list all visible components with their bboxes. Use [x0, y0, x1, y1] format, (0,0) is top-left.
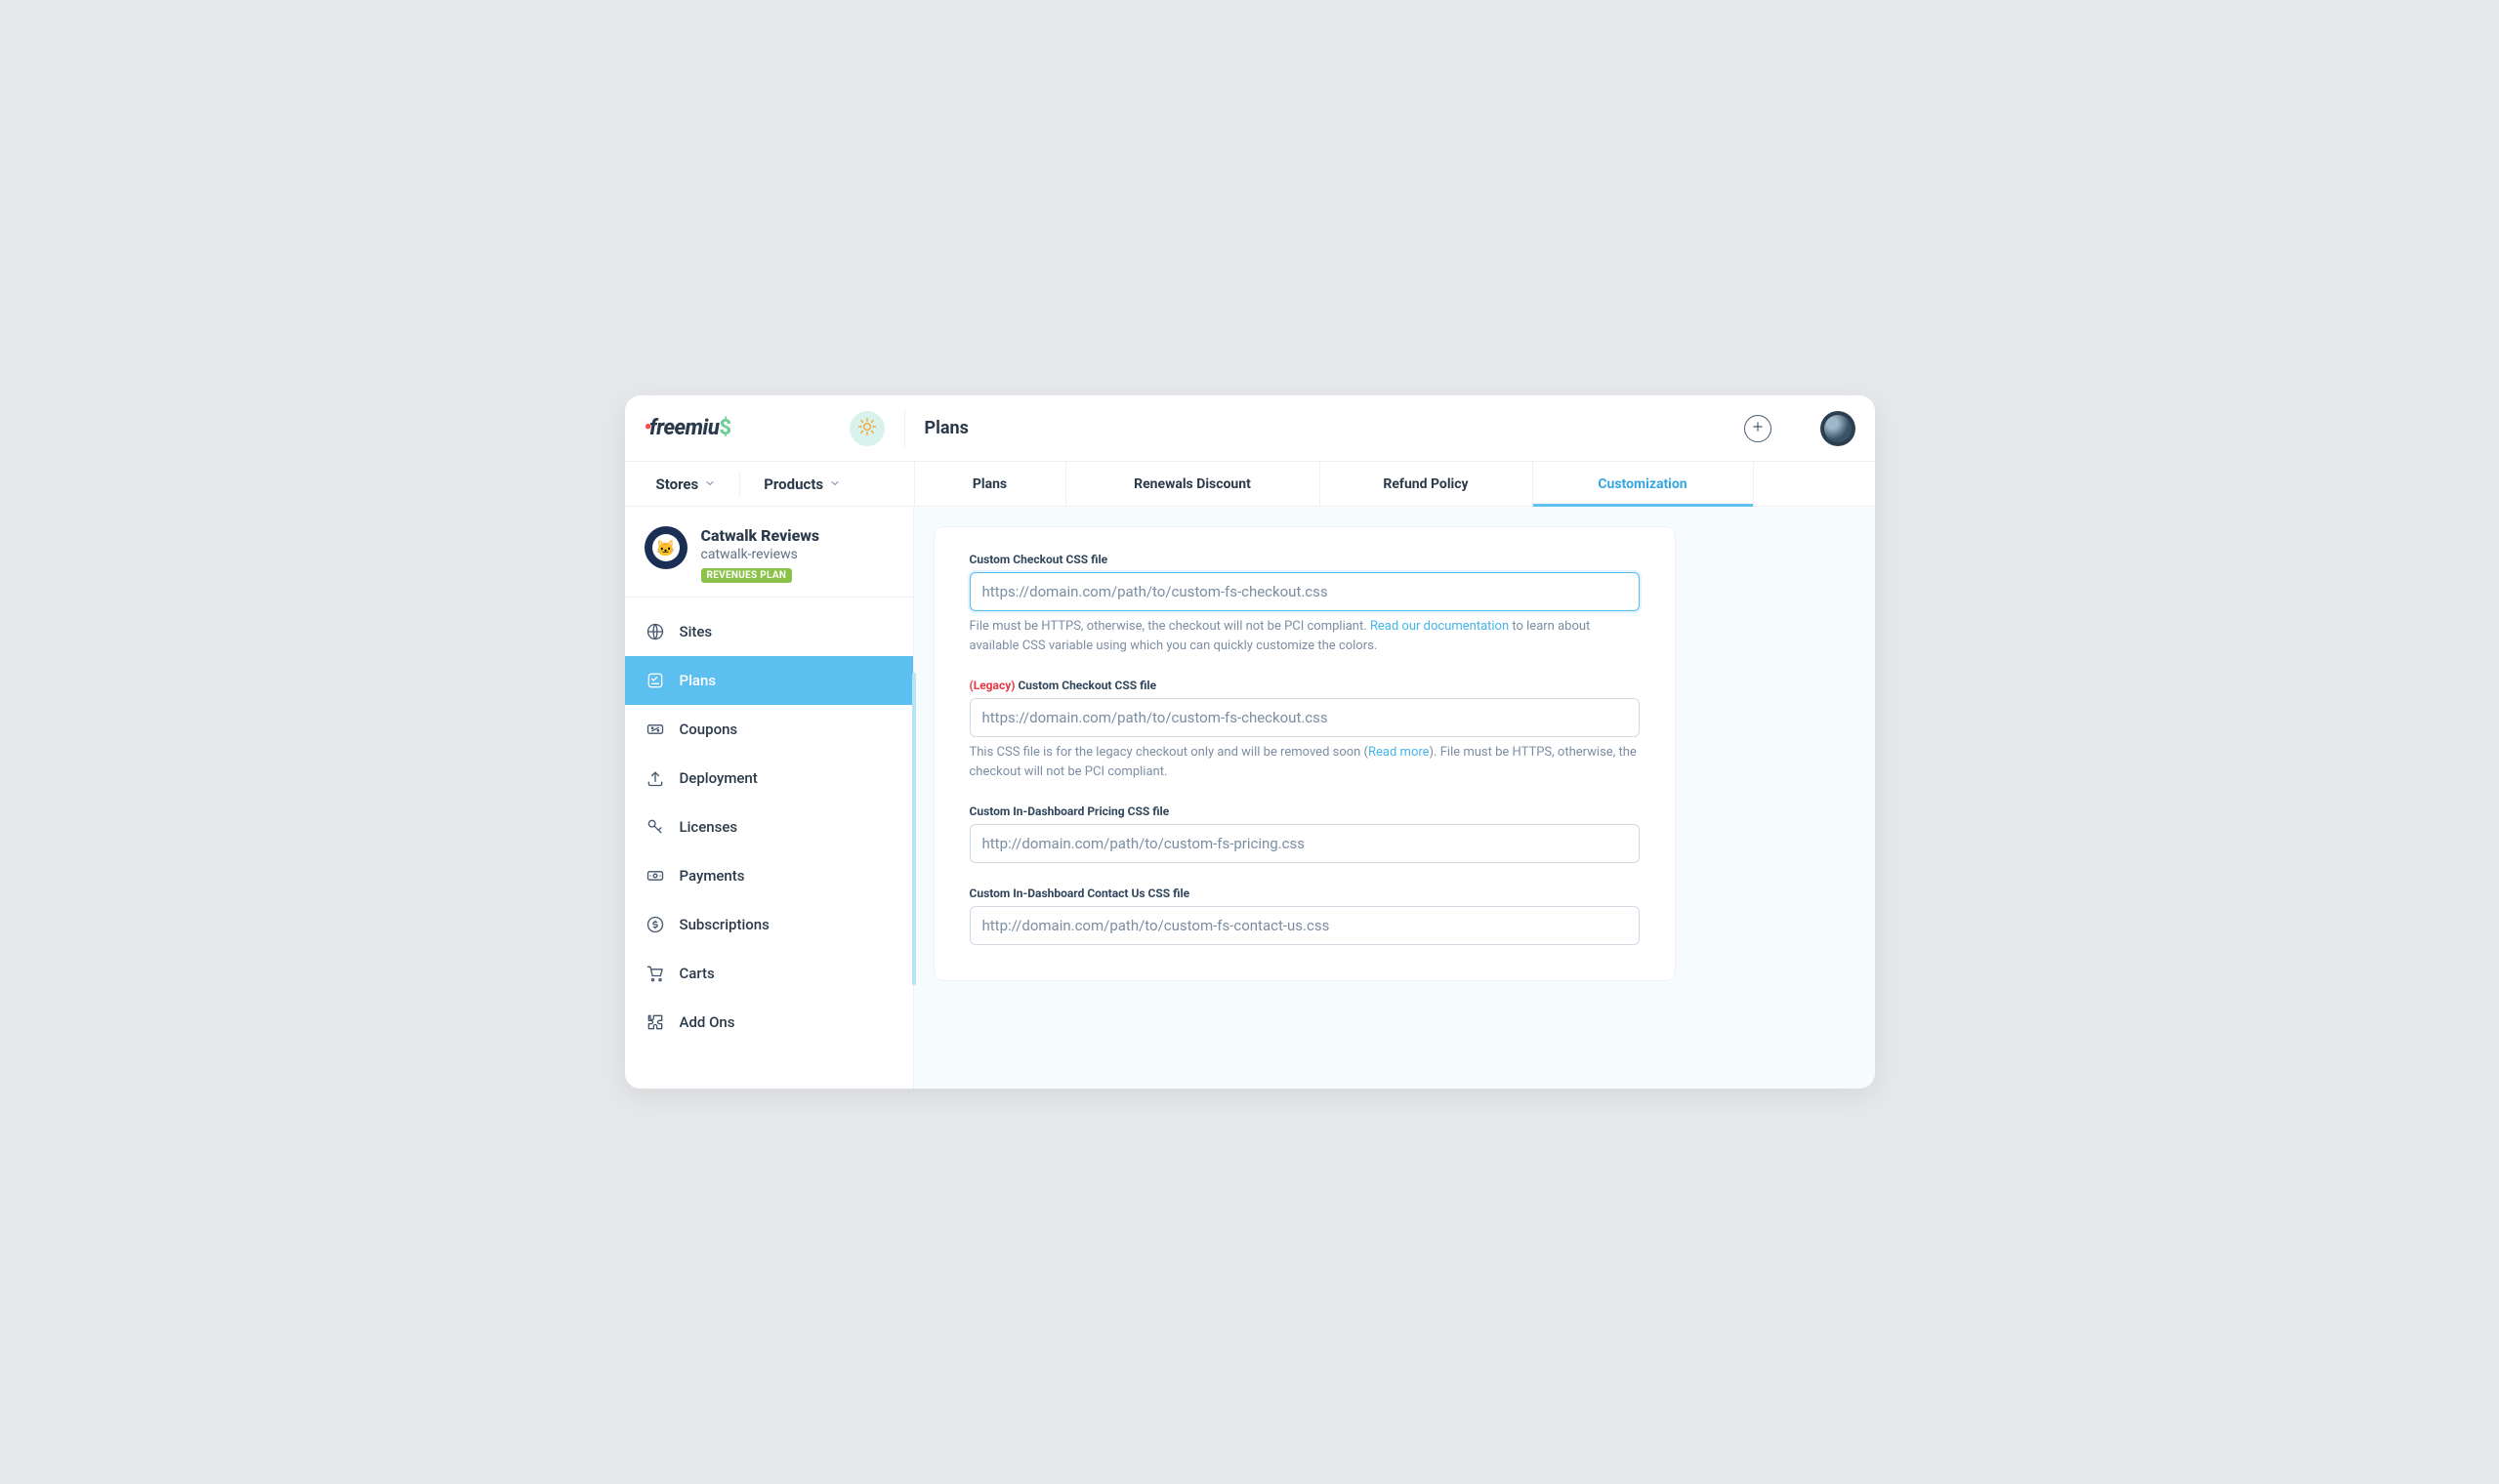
sidebar-item-label: Carts — [680, 965, 715, 982]
logo: •freemiu$ — [645, 416, 850, 440]
globe-icon — [645, 621, 666, 642]
side-nav: Sites Plans Coupons — [625, 598, 913, 1047]
pricing-css-input[interactable] — [970, 824, 1640, 863]
app-window: •freemiu$ Plans — [625, 395, 1875, 1089]
read-more-link[interactable]: Read more — [1368, 745, 1430, 760]
contact-css-input[interactable] — [970, 906, 1640, 945]
sidebar-item-carts[interactable]: Carts — [625, 949, 913, 998]
legacy-tag: (Legacy) — [970, 679, 1016, 692]
field-checkout-css: Custom Checkout CSS file File must be HT… — [970, 553, 1640, 655]
sidebar-scrollbar[interactable] — [912, 673, 916, 985]
field-contact-css: Custom In-Dashboard Contact Us CSS file — [970, 886, 1640, 945]
product-plan-badge: REVENUES PLAN — [701, 568, 793, 583]
page-title-wrap: Plans — [904, 409, 969, 448]
sidebar-item-plans[interactable]: Plans — [625, 656, 913, 705]
help-text: File must be HTTPS, otherwise, the check… — [970, 617, 1640, 655]
sidebar-item-deployment[interactable]: Deployment — [625, 754, 913, 803]
products-dropdown[interactable]: Products — [764, 475, 841, 493]
product-name: Catwalk Reviews — [701, 526, 820, 545]
legacy-checkout-css-input[interactable] — [970, 698, 1640, 737]
checklist-icon — [645, 670, 666, 691]
field-label: Custom Checkout CSS file — [970, 553, 1640, 566]
field-pricing-css: Custom In-Dashboard Pricing CSS file — [970, 804, 1640, 863]
sidebar-item-label: Coupons — [680, 721, 738, 738]
field-label: Custom In-Dashboard Pricing CSS file — [970, 804, 1640, 818]
subbar: Stores Products Plans Renewals Discount … — [625, 462, 1875, 507]
product-slug: catwalk-reviews — [701, 547, 820, 562]
product-icon: 🐱 — [645, 526, 687, 569]
chevron-down-icon — [704, 475, 716, 493]
theme-toggle-button[interactable] — [850, 411, 885, 446]
sidebar: 🐱 Catwalk Reviews catwalk-reviews REVENU… — [625, 507, 914, 1089]
sidebar-item-label: Licenses — [680, 818, 738, 836]
upload-icon — [645, 767, 666, 789]
chevron-down-icon — [829, 475, 841, 493]
tab-refund-policy[interactable]: Refund Policy — [1320, 462, 1533, 506]
tab-customization[interactable]: Customization — [1533, 462, 1754, 506]
tab-renewals-discount[interactable]: Renewals Discount — [1066, 462, 1320, 506]
cat-icon: 🐱 — [652, 534, 680, 561]
money-icon — [645, 865, 666, 886]
sidebar-item-label: Subscriptions — [680, 916, 770, 933]
tab-plans[interactable]: Plans — [914, 462, 1066, 506]
plus-icon — [1751, 419, 1765, 437]
help-text: This CSS file is for the legacy checkout… — [970, 743, 1640, 781]
sun-icon — [857, 417, 877, 440]
sidebar-item-addons[interactable]: Add Ons — [625, 998, 913, 1047]
topbar: •freemiu$ Plans — [625, 395, 1875, 462]
stores-dropdown[interactable]: Stores — [656, 475, 717, 493]
user-menu-toggle[interactable] — [1785, 418, 1807, 439]
sidebar-item-sites[interactable]: Sites — [625, 607, 913, 656]
sidebar-item-label: Payments — [680, 867, 745, 885]
stores-label: Stores — [656, 475, 699, 493]
avatar[interactable] — [1820, 411, 1855, 446]
cart-icon — [645, 963, 666, 984]
checkout-css-input[interactable] — [970, 572, 1640, 611]
sidebar-item-subscriptions[interactable]: Subscriptions — [625, 900, 913, 949]
field-legacy-checkout-css: (Legacy) Custom Checkout CSS file This C… — [970, 679, 1640, 781]
sidebar-item-label: Add Ons — [680, 1013, 735, 1031]
add-button[interactable] — [1744, 415, 1771, 442]
puzzle-icon — [645, 1011, 666, 1033]
body: 🐱 Catwalk Reviews catwalk-reviews REVENU… — [625, 507, 1875, 1089]
customization-card: Custom Checkout CSS file File must be HT… — [934, 526, 1676, 981]
products-label: Products — [764, 475, 823, 493]
sidebar-item-label: Plans — [680, 672, 717, 689]
page-title: Plans — [925, 418, 969, 438]
main-content: Custom Checkout CSS file File must be HT… — [914, 507, 1875, 1089]
sidebar-item-label: Sites — [680, 623, 713, 640]
docs-link[interactable]: Read our documentation — [1370, 619, 1509, 634]
field-label: (Legacy) Custom Checkout CSS file — [970, 679, 1640, 692]
coupon-icon — [645, 719, 666, 740]
key-icon — [645, 816, 666, 838]
product-header: 🐱 Catwalk Reviews catwalk-reviews REVENU… — [625, 507, 913, 598]
sidebar-item-label: Deployment — [680, 769, 758, 787]
refresh-dollar-icon — [645, 914, 666, 935]
nav-col: Stores Products — [625, 462, 914, 506]
sidebar-item-coupons[interactable]: Coupons — [625, 705, 913, 754]
sidebar-item-payments[interactable]: Payments — [625, 851, 913, 900]
sidebar-item-licenses[interactable]: Licenses — [625, 803, 913, 851]
field-label: Custom In-Dashboard Contact Us CSS file — [970, 886, 1640, 900]
tabs: Plans Renewals Discount Refund Policy Cu… — [914, 462, 1875, 506]
